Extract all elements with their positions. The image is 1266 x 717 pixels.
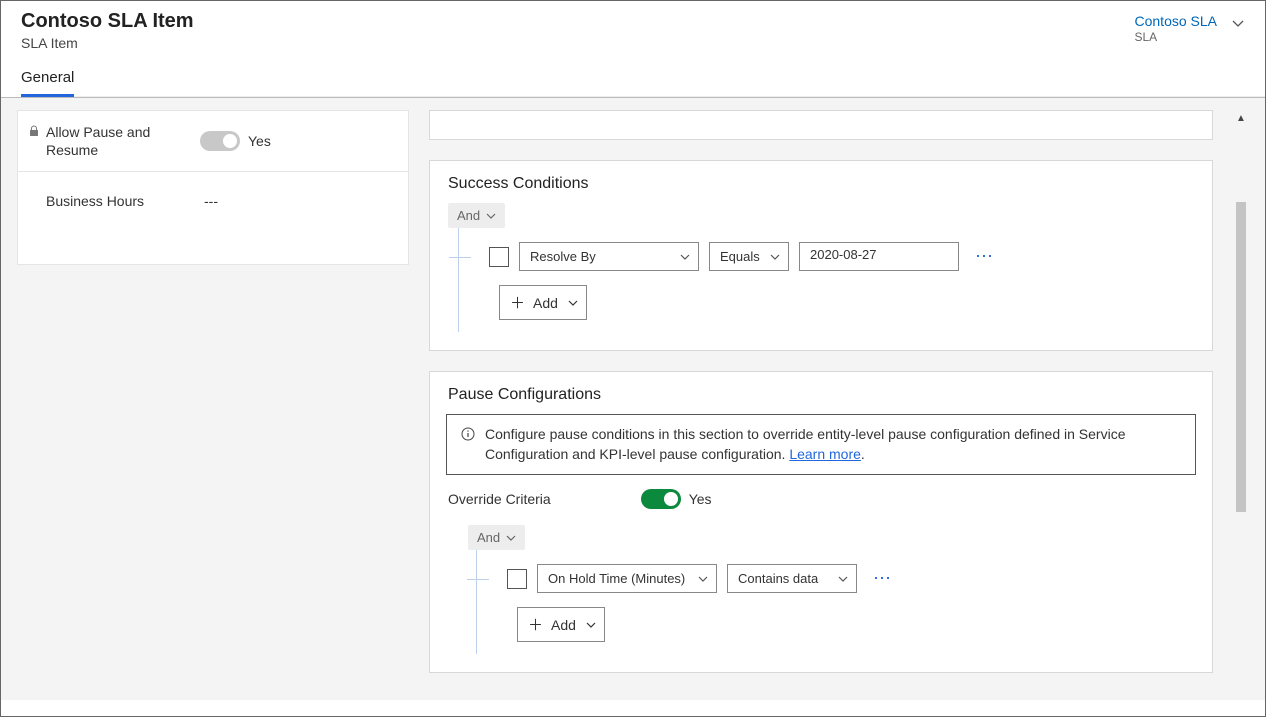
- override-criteria-label: Override Criteria: [448, 491, 551, 507]
- previous-section-card: [429, 110, 1213, 140]
- pause-field-value: On Hold Time (Minutes): [548, 571, 685, 586]
- success-conditions-card: Success Conditions And Resolve By: [429, 160, 1213, 351]
- info-icon: [461, 427, 475, 441]
- chevron-down-icon: [838, 574, 848, 584]
- success-comparator-value: Equals: [720, 249, 760, 264]
- business-hours-value[interactable]: ---: [200, 193, 218, 209]
- pause-row-more-button[interactable]: ⋯: [867, 568, 898, 589]
- pause-info-banner: Configure pause conditions in this secti…: [446, 414, 1196, 475]
- chevron-down-icon: [486, 211, 496, 221]
- chevron-down-icon: [770, 252, 780, 262]
- business-hours-row: Business Hours ---: [18, 172, 408, 230]
- chevron-down-icon: [506, 533, 516, 543]
- success-conditions-title: Success Conditions: [430, 161, 1212, 203]
- chevron-down-icon: [680, 252, 690, 262]
- success-add-button[interactable]: ＋ Add: [499, 285, 587, 320]
- allow-pause-toggle[interactable]: [200, 131, 240, 151]
- allow-pause-label: Allow Pause and Resume: [46, 123, 200, 159]
- success-add-label: Add: [533, 295, 558, 311]
- success-row-checkbox[interactable]: [489, 247, 509, 267]
- success-operator-label: And: [457, 208, 480, 223]
- details-panel: Allow Pause and Resume Yes Business Hour…: [17, 110, 409, 265]
- chevron-down-icon: [586, 620, 596, 630]
- success-value-input[interactable]: 2020-08-27: [799, 242, 959, 271]
- chevron-down-icon: [698, 574, 708, 584]
- pause-learn-more-link[interactable]: Learn more: [789, 446, 861, 462]
- allow-pause-row: Allow Pause and Resume Yes: [18, 111, 408, 172]
- plus-icon: ＋: [528, 614, 543, 635]
- expand-header-button[interactable]: [1231, 13, 1245, 31]
- success-field-value: Resolve By: [530, 249, 596, 264]
- pause-row-checkbox[interactable]: [507, 569, 527, 589]
- pause-operator-button[interactable]: And: [468, 525, 525, 550]
- page-title: Contoso SLA Item: [21, 9, 194, 33]
- business-hours-label: Business Hours: [46, 192, 144, 210]
- chevron-down-icon: [1231, 17, 1245, 31]
- allow-pause-value: Yes: [248, 133, 271, 149]
- pause-operator-label: And: [477, 530, 500, 545]
- plus-icon: ＋: [510, 292, 525, 313]
- tab-bar: General: [21, 69, 1265, 97]
- pause-configurations-title: Pause Configurations: [430, 372, 1212, 414]
- override-criteria-toggle[interactable]: [641, 489, 681, 509]
- success-comparator-select[interactable]: Equals: [709, 242, 789, 271]
- success-condition-row: Resolve By Equals 2020-08-27 ⋯: [459, 228, 1194, 285]
- pause-add-button[interactable]: ＋ Add: [517, 607, 605, 642]
- pause-condition-row: On Hold Time (Minutes) Contains data ⋯: [477, 550, 1194, 607]
- chevron-down-icon: [568, 298, 578, 308]
- tab-general[interactable]: General: [21, 69, 74, 96]
- pause-configurations-card: Pause Configurations Configure pause con…: [429, 371, 1213, 673]
- pause-field-select[interactable]: On Hold Time (Minutes): [537, 564, 717, 593]
- success-field-select[interactable]: Resolve By: [519, 242, 699, 271]
- pause-add-label: Add: [551, 617, 576, 633]
- success-row-more-button[interactable]: ⋯: [969, 246, 1000, 267]
- main-scrollbar[interactable]: ▲: [1233, 110, 1249, 700]
- scroll-up-arrow[interactable]: ▲: [1233, 110, 1249, 126]
- related-sla-type: SLA: [1135, 30, 1218, 44]
- pause-comparator-select[interactable]: Contains data: [727, 564, 857, 593]
- scroll-thumb[interactable]: [1236, 202, 1246, 512]
- lock-icon: [28, 125, 40, 137]
- success-operator-button[interactable]: And: [448, 203, 505, 228]
- related-sla-link[interactable]: Contoso SLA: [1135, 13, 1218, 30]
- override-criteria-value: Yes: [689, 491, 712, 507]
- page-subtitle: SLA Item: [21, 35, 194, 51]
- pause-comparator-value: Contains data: [738, 571, 818, 586]
